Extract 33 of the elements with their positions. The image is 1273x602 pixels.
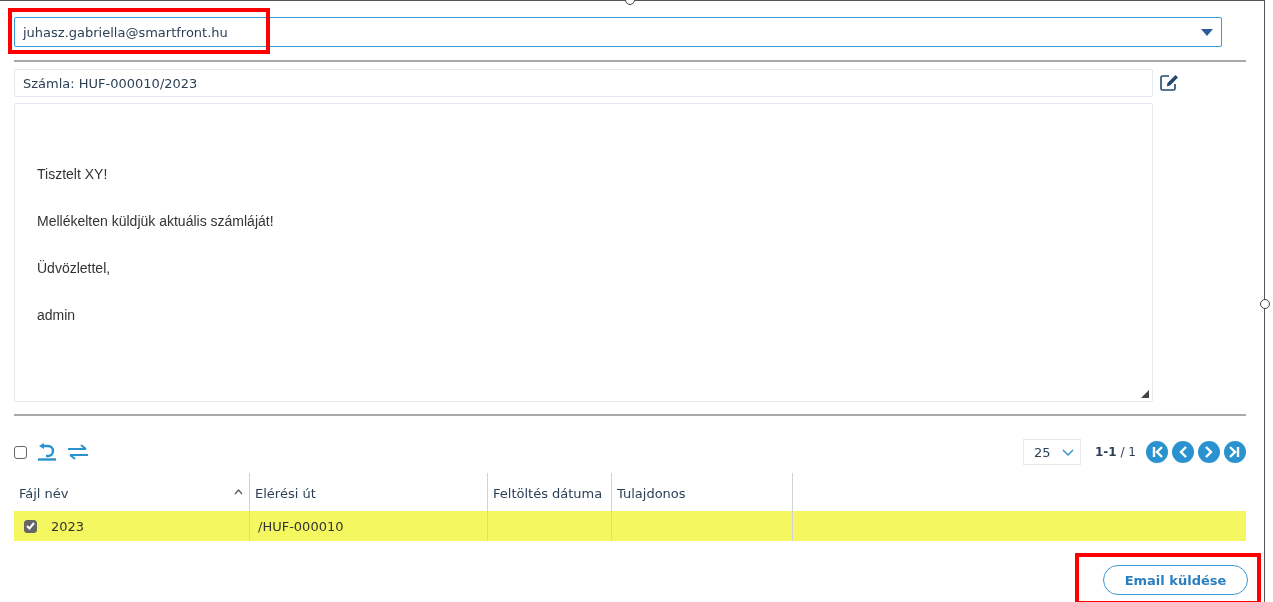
- page-size-value: 25: [1034, 444, 1051, 460]
- table-cell: /HUF-000010: [258, 518, 344, 534]
- recipient-select[interactable]: juhasz.gabriella@smartfront.hu: [14, 17, 1222, 47]
- resize-grip-icon[interactable]: [1141, 390, 1149, 398]
- column-label: Tulajdonos: [617, 486, 686, 501]
- message-editor[interactable]: Tisztelt XY! Mellékelten küldjük aktuális számláját! Üdvözlettel, admin: [14, 103, 1153, 402]
- message-paragraph: Tisztelt XY!: [37, 166, 109, 183]
- page-size-select[interactable]: 25: [1023, 439, 1081, 465]
- first-page-button[interactable]: [1146, 441, 1168, 463]
- table-cell: 2023: [51, 518, 85, 534]
- column-label: Fájl név: [19, 486, 69, 501]
- message-paragraph: admin: [37, 307, 77, 324]
- message-paragraph: Mellékelten küldjük aktuális számláját!: [37, 213, 275, 230]
- resize-handle[interactable]: [1260, 299, 1270, 309]
- next-page-button[interactable]: [1198, 441, 1220, 463]
- last-page-button[interactable]: [1224, 441, 1246, 463]
- recipient-value: juhasz.gabriella@smartfront.hu: [23, 24, 228, 40]
- swap-icon[interactable]: [67, 444, 89, 460]
- subject-field[interactable]: Számla: HUF-000010/2023: [14, 69, 1153, 97]
- previous-page-button[interactable]: [1172, 441, 1194, 463]
- refresh-icon[interactable]: [37, 443, 57, 461]
- message-paragraph: Üdvözlettel,: [37, 260, 112, 277]
- select-all-checkbox[interactable]: [14, 445, 27, 459]
- send-email-button[interactable]: Email küldése: [1103, 565, 1248, 595]
- sort-ascending-icon: [234, 489, 243, 495]
- table-row[interactable]: 2023 /HUF-000010: [14, 511, 1246, 541]
- row-checkbox[interactable]: [24, 519, 37, 533]
- chevron-down-icon: [1062, 448, 1074, 456]
- column-label: Feltöltés dátuma: [493, 486, 603, 501]
- edit-icon[interactable]: [1160, 74, 1179, 91]
- page-range: 1-1 / 1: [1095, 445, 1136, 459]
- column-label: Elérési út: [255, 486, 316, 501]
- dropdown-icon: [1201, 28, 1213, 36]
